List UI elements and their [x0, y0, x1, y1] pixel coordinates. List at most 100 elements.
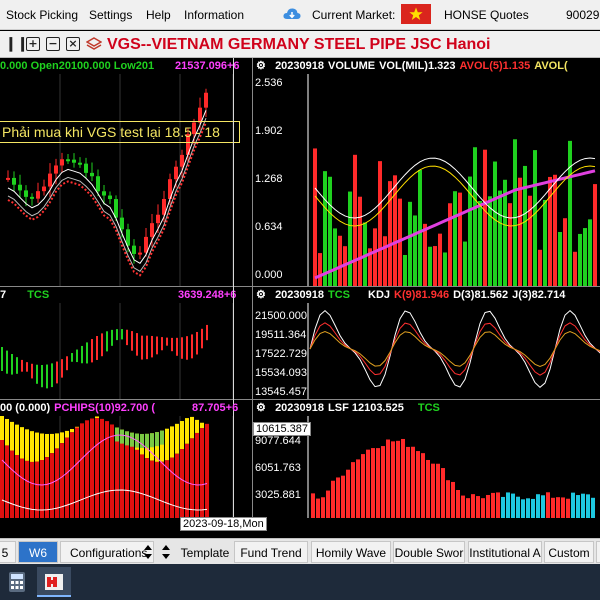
volume-bar	[453, 191, 457, 286]
lsf-bar	[396, 440, 400, 518]
price-candles[interactable]	[0, 58, 252, 286]
volume-bar	[513, 139, 517, 286]
candle-body	[30, 196, 34, 199]
volume-bar	[593, 184, 597, 286]
pchips-bar	[0, 440, 4, 518]
menu-stock-picking[interactable]: Stock Picking	[6, 8, 78, 22]
panel-divider[interactable]	[252, 58, 253, 518]
panel-divider[interactable]	[0, 286, 600, 287]
pchips-bar	[45, 457, 49, 518]
pchips-bar	[125, 439, 129, 518]
tcs-chart[interactable]	[0, 287, 252, 399]
volume-bar	[543, 199, 547, 286]
volume-bar	[318, 253, 322, 286]
pchips-panel[interactable]: 00 (0.000) PCHIPS(10)92.700 ( 87.705+6	[0, 400, 252, 518]
kdj-chart[interactable]: 21500.000 19511.364 17522.729 15534.093 1354…	[253, 287, 600, 399]
candle-body	[156, 214, 160, 224]
pchips-bar	[175, 423, 179, 454]
candle-body	[6, 177, 10, 180]
pchips-bar	[125, 431, 129, 446]
lsf-bar	[351, 462, 355, 518]
tab-template[interactable]: Template	[178, 541, 232, 563]
add-icon[interactable]: +	[26, 37, 40, 51]
tab-custom[interactable]: Custom	[544, 541, 594, 563]
candle-body	[84, 163, 88, 173]
tab-overflow[interactable]	[596, 541, 600, 563]
lsf-bar	[566, 498, 570, 518]
lsf-bar	[311, 493, 315, 518]
pchips-bar	[5, 418, 9, 446]
tab-institutional[interactable]: Institutional A	[468, 541, 542, 563]
layers-icon[interactable]	[86, 36, 102, 52]
tab-5[interactable]: 5	[0, 541, 16, 563]
lsf-panel[interactable]: ⚙ 20230918 LSF 12103.525 TCS 9077.644 6051.…	[253, 400, 600, 518]
volume-panel[interactable]: ⚙ 20230918 VOLUME VOL(MIL)1.323 AVOL(5)1.13…	[253, 58, 600, 286]
pchips-bar	[20, 458, 24, 518]
taskbar	[0, 564, 600, 600]
volume-bar	[358, 196, 362, 286]
pchips-bar	[40, 460, 44, 518]
pchips-bar	[145, 433, 149, 448]
volume-bar	[383, 236, 387, 286]
menu-help[interactable]: Help	[146, 8, 171, 22]
pause-icon[interactable]: ❙❙	[5, 35, 28, 52]
candle-body	[96, 176, 100, 192]
candle-body	[132, 245, 136, 254]
lsf-bar	[536, 494, 540, 518]
volume-bar	[473, 147, 477, 286]
tcs-panel[interactable]: 7 TCS 3639.248+6	[0, 287, 252, 399]
chart-area[interactable]: 0.000 Open20100.000 Low201 21537.096+6 P…	[0, 58, 600, 518]
pchips-bar	[155, 432, 159, 447]
price-panel[interactable]: 0.000 Open20100.000 Low201 21537.096+6 P…	[0, 58, 252, 286]
menu-settings[interactable]: Settings	[89, 8, 132, 22]
pchips-chart[interactable]	[0, 400, 252, 518]
volume-axis-tick: 0.000	[255, 269, 283, 281]
lsf-bar	[461, 495, 465, 518]
tab-configurations[interactable]: Configurations	[60, 541, 154, 563]
lsf-bar	[501, 496, 505, 518]
candle-body	[138, 252, 142, 255]
pchips-header: 00 (0.000) PCHIPS(10)92.700 (	[0, 400, 160, 416]
tab-w6[interactable]: W6	[18, 541, 58, 563]
template-spinner-icon[interactable]	[161, 544, 171, 560]
lsf-bar	[571, 492, 575, 518]
volume-bar	[323, 171, 327, 286]
volume-bar	[573, 251, 577, 286]
toolbar: ❙❙ + − × VGS--VIETNAM GERMANY STEEL PIPE…	[0, 31, 600, 58]
remove-icon[interactable]: −	[46, 37, 60, 51]
close-icon[interactable]: ×	[66, 37, 80, 51]
candle-body	[48, 173, 52, 187]
quotes-label[interactable]: HONSE Quotes	[444, 8, 529, 22]
volume-bar	[408, 201, 412, 286]
volume-bars[interactable]: 2.536 1.902 1.268 0.634 0.000	[253, 58, 600, 286]
candle-body	[120, 217, 124, 230]
kdj-axis-tick: 21500.000	[255, 310, 307, 322]
lsf-axis-tick: 3025.881	[255, 489, 301, 501]
lsf-bar	[551, 497, 555, 518]
kdj-panel[interactable]: ⚙ 20230918 TCS KDJ K(9)81.946 D(3)81.562 J(3)…	[253, 287, 600, 399]
volume-bar	[433, 246, 437, 286]
active-indicator	[37, 595, 71, 597]
volume-bar	[523, 165, 527, 286]
lsf-bar	[341, 475, 345, 518]
pchips-bar	[190, 438, 194, 518]
candle-body	[174, 166, 178, 180]
lsf-bar	[531, 498, 535, 518]
lsf-bar	[556, 497, 560, 518]
tab-fund-trend[interactable]: Fund Trend	[234, 541, 308, 563]
pchips-bar	[10, 450, 14, 518]
cloud-download-icon[interactable]	[283, 7, 301, 21]
lsf-bar	[361, 454, 365, 518]
configurations-spinner-icon[interactable]	[143, 544, 153, 560]
pchips-bar	[100, 418, 104, 518]
tab-homily-wave[interactable]: Homily Wave	[311, 541, 391, 563]
pchips-name: PCHIPS(10)92.700 (	[54, 402, 156, 414]
candle-body	[54, 165, 58, 174]
calculator-icon[interactable]	[0, 567, 34, 597]
kdj-k-line	[309, 322, 600, 376]
tab-double-sword[interactable]: Double Swor	[393, 541, 465, 563]
lsf-chart[interactable]: 9077.644 6051.763 3025.881	[253, 400, 600, 518]
vietnam-flag-icon[interactable]	[401, 4, 431, 24]
taskbar-item-app[interactable]	[37, 567, 71, 597]
menu-information[interactable]: Information	[184, 8, 244, 22]
